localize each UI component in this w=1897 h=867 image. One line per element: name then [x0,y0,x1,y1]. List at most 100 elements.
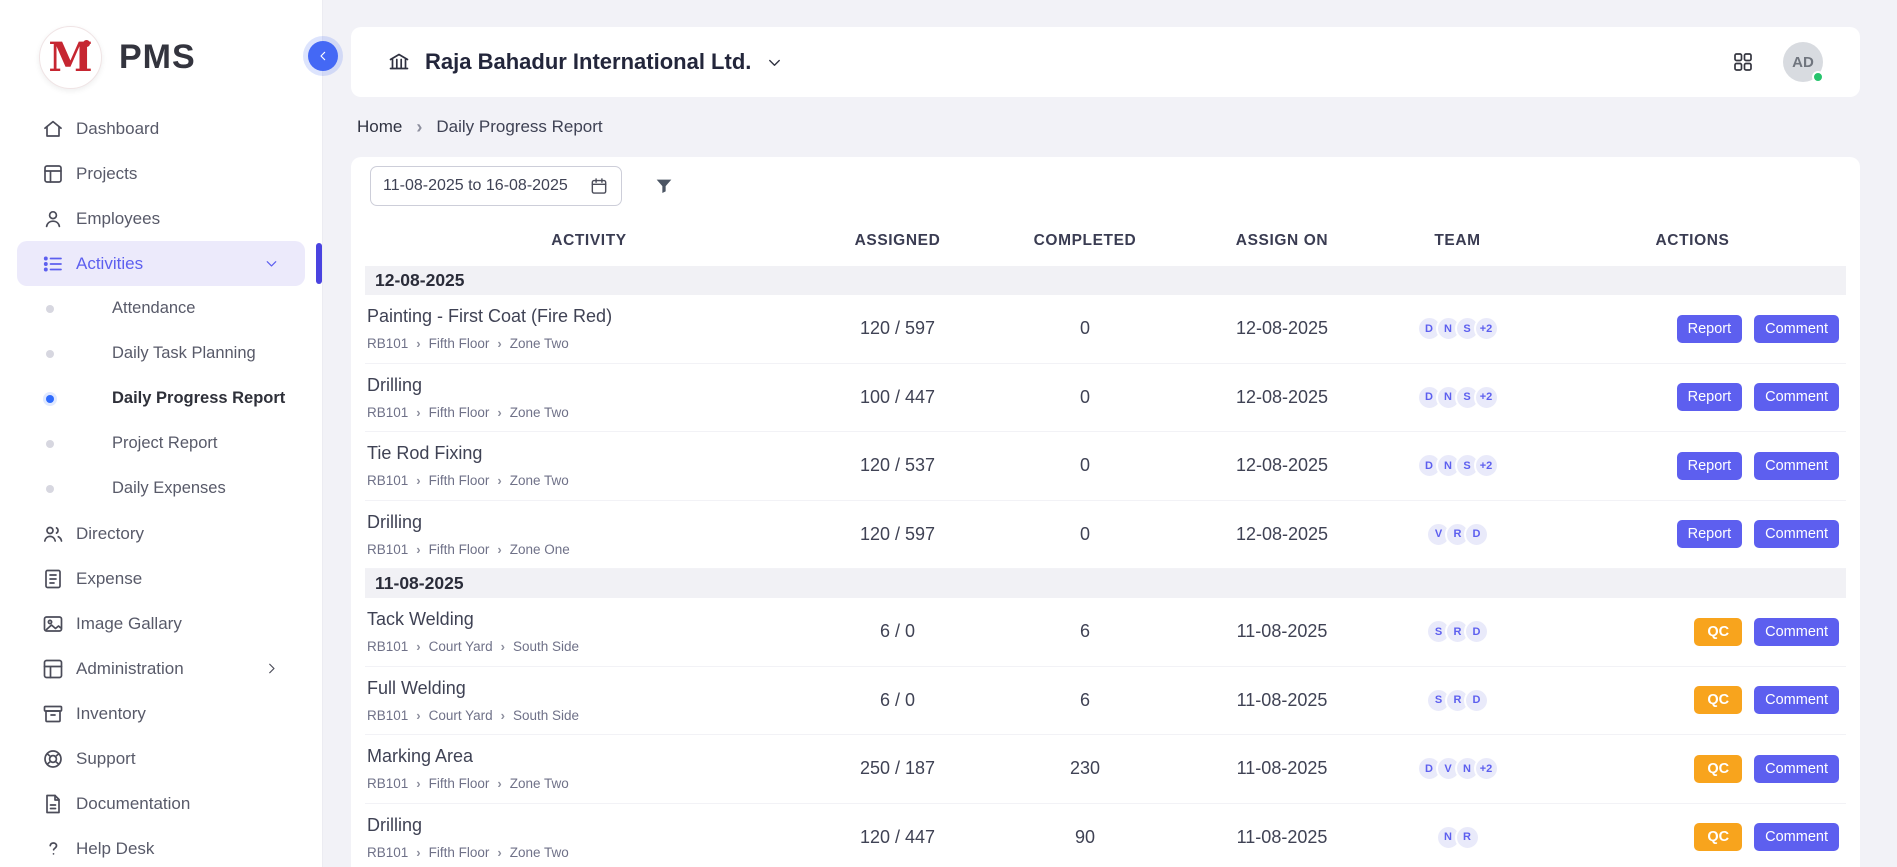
actions-cell: Report Comment [1539,452,1846,480]
dashboard-icon [41,117,65,141]
activity-name[interactable]: Tie Rod Fixing [367,443,813,464]
activity-row: Painting - First Coat (Fire Red) RB101›F… [365,295,1846,364]
activity-row: Tack Welding RB101›Court Yard›South Side… [365,598,1846,667]
assign-on-value: 12-08-2025 [1188,455,1376,476]
activity-name[interactable]: Tack Welding [367,609,813,630]
path-segment: Fifth Floor [429,542,490,557]
activity-row: Drilling RB101›Fifth Floor›Zone One 120 … [365,501,1846,570]
column-header-team: TEAM [1376,232,1539,250]
sidebar-item-activities[interactable]: Activities [17,241,305,286]
report-button[interactable]: Report [1677,383,1743,411]
sidebar-subitem-label: Project Report [112,434,217,453]
report-button[interactable]: Report [1677,520,1743,548]
activity-name[interactable]: Marking Area [367,746,813,767]
sidebar-item-label: Support [76,749,136,769]
user-avatar[interactable]: AD [1783,42,1823,82]
sidebar-item-dashboard[interactable]: Dashboard [17,106,305,151]
sidebar-item-directory[interactable]: Directory [17,511,305,556]
comment-button[interactable]: Comment [1754,520,1839,548]
progress-report-table: ACTIVITYASSIGNEDCOMPLETEDASSIGN ONTEAMAC… [365,224,1846,867]
date-range-picker[interactable]: 11-08-2025 to 16-08-2025 [370,166,622,206]
sidebar-subitem-daily-progress-report[interactable]: Daily Progress Report [17,376,305,421]
qc-button[interactable]: QC [1694,755,1742,783]
sidebar-item-projects[interactable]: Projects [17,151,305,196]
activity-location-path: RB101›Fifth Floor›Zone One [367,542,813,557]
company-selector[interactable]: Raja Bahadur International Ltd. [387,49,784,75]
column-header-completed: COMPLETED [982,232,1188,250]
sidebar-subitem-daily-task-planning[interactable]: Daily Task Planning [17,331,305,376]
sidebar-item-expense[interactable]: Expense [17,556,305,601]
qc-button[interactable]: QC [1694,823,1742,851]
sidebar-subitem-label: Daily Task Planning [112,344,256,363]
team-avatar[interactable]: R [1455,825,1480,850]
sidebar-item-employees[interactable]: Employees [17,196,305,241]
sidebar-collapse-button[interactable] [308,41,338,71]
qc-button[interactable]: QC [1694,618,1742,646]
sidebar-item-label: Administration [76,659,184,679]
comment-button[interactable]: Comment [1754,315,1839,343]
path-segment: RB101 [367,336,408,351]
path-chevron-icon: › [497,336,501,351]
activity-location-path: RB101›Fifth Floor›Zone Two [367,845,813,860]
main-content: Raja Bahadur International Ltd. AD Home ›… [323,0,1897,867]
report-button[interactable]: Report [1677,315,1743,343]
sidebar-item-administration[interactable]: Administration [17,646,305,691]
table-header-row: ACTIVITYASSIGNEDCOMPLETEDASSIGN ONTEAMAC… [365,224,1846,258]
path-chevron-icon: › [416,776,420,791]
team-cell: SRD [1376,619,1539,644]
sidebar-item-label: Image Gallary [76,614,182,634]
path-segment: Court Yard [429,639,493,654]
activity-name[interactable]: Painting - First Coat (Fire Red) [367,306,813,327]
app-logo-row: M PMS [0,0,322,102]
comment-button[interactable]: Comment [1754,686,1839,714]
date-group-header: 11-08-2025 [365,569,1846,598]
activity-name[interactable]: Drilling [367,512,813,533]
sidebar-item-label: Projects [76,164,137,184]
team-avatar[interactable]: +2 [1474,385,1499,410]
path-segment: Zone Two [510,845,569,860]
sidebar-item-image-gallary[interactable]: Image Gallary [17,601,305,646]
report-button[interactable]: Report [1677,452,1743,480]
path-segment: Zone Two [510,336,569,351]
sidebar-subitem-daily-expenses[interactable]: Daily Expenses [17,466,305,511]
activity-location-path: RB101›Court Yard›South Side [367,639,813,654]
sidebar-item-documentation[interactable]: Documentation [17,781,305,826]
apps-grid-icon[interactable] [1731,50,1755,74]
team-avatar[interactable]: +2 [1474,316,1499,341]
team-avatar[interactable]: +2 [1474,756,1499,781]
comment-button[interactable]: Comment [1754,823,1839,851]
activity-name[interactable]: Drilling [367,375,813,396]
activity-name[interactable]: Drilling [367,815,813,836]
comment-button[interactable]: Comment [1754,618,1839,646]
completed-value: 0 [982,318,1188,339]
assign-on-value: 11-08-2025 [1188,690,1376,711]
sidebar-item-label: Inventory [76,704,146,724]
filter-icon[interactable] [653,175,675,197]
comment-button[interactable]: Comment [1754,383,1839,411]
helpdesk-icon [41,837,65,861]
path-chevron-icon: › [416,473,420,488]
sidebar-item-support[interactable]: Support [17,736,305,781]
team-cell: DNS+2 [1376,316,1539,341]
sidebar-item-inventory[interactable]: Inventory [17,691,305,736]
assigned-value: 6 / 0 [813,690,982,711]
team-avatar[interactable]: +2 [1474,453,1499,478]
sidebar-item-help-desk[interactable]: Help Desk [17,826,305,867]
sidebar-subitem-project-report[interactable]: Project Report [17,421,305,466]
team-avatar[interactable]: D [1464,688,1489,713]
bullet-icon [46,485,54,493]
path-segment: Zone One [510,542,570,557]
path-segment: RB101 [367,845,408,860]
activity-name[interactable]: Full Welding [367,678,813,699]
column-header-assign-on: ASSIGN ON [1188,232,1376,250]
team-avatar[interactable]: D [1464,619,1489,644]
completed-value: 6 [982,690,1188,711]
path-segment: South Side [513,708,579,723]
comment-button[interactable]: Comment [1754,452,1839,480]
sidebar-subitem-attendance[interactable]: Attendance [17,286,305,331]
team-avatar[interactable]: D [1464,522,1489,547]
path-chevron-icon: › [497,776,501,791]
breadcrumb-item-home[interactable]: Home [357,117,402,137]
qc-button[interactable]: QC [1694,686,1742,714]
comment-button[interactable]: Comment [1754,755,1839,783]
